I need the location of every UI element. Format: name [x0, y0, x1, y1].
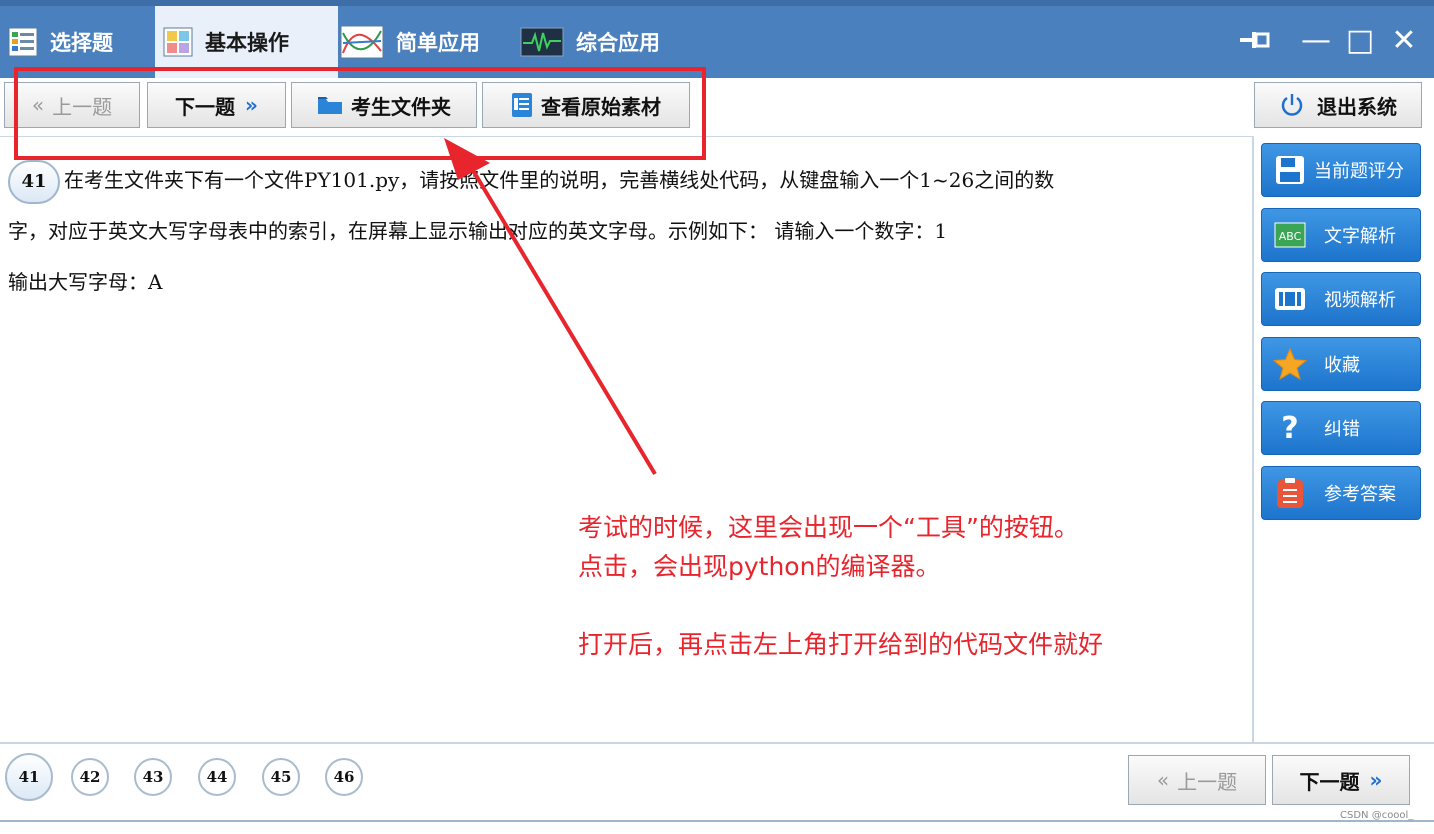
annotation-spacer: [578, 586, 1103, 625]
annotation-line: 考试的时候，这里会出现一个“工具”的按钮。: [578, 513, 1079, 542]
annotation-line: 打开后，再点击左上角打开给到的代码文件就好: [578, 630, 1104, 659]
annotation-arrow: [444, 138, 657, 476]
annotation-text: 考试的时候，这里会出现一个“工具”的按钮。 点击，会出现python的编译器。 …: [578, 508, 1103, 664]
annotation-line: 点击，会出现python的编译器。: [578, 552, 941, 581]
watermark: CSDN @coool_: [1340, 810, 1414, 821]
